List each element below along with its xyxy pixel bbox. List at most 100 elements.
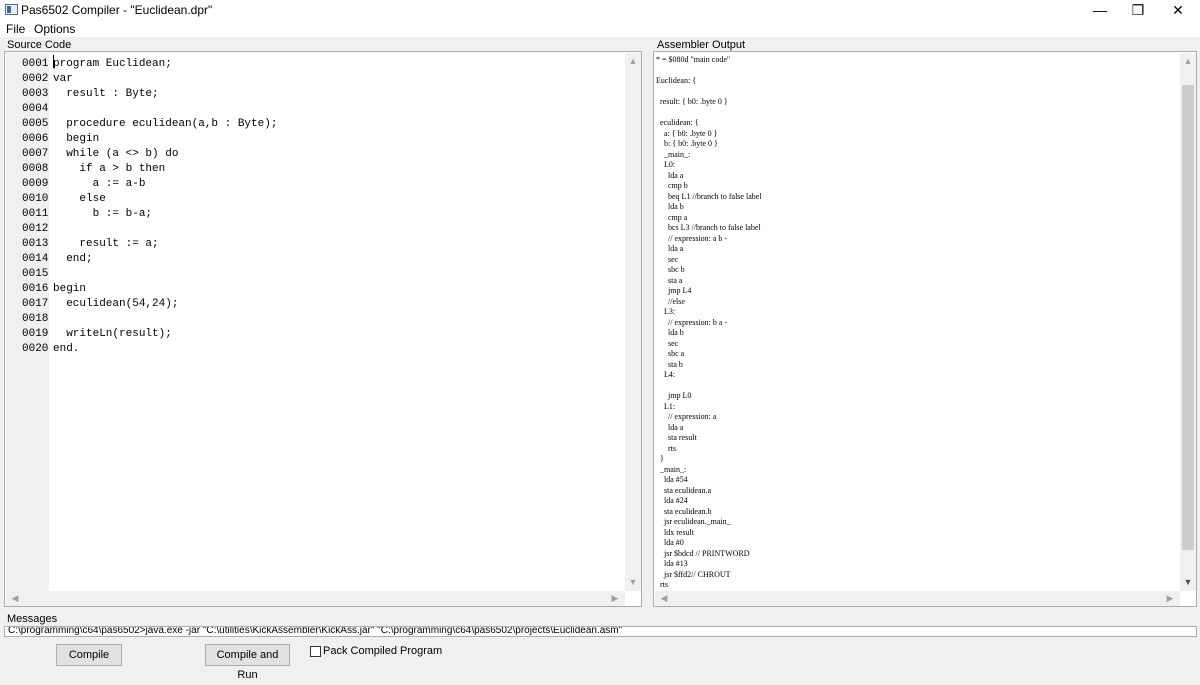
close-button[interactable]: ✕ [1158,0,1198,21]
assembler-line: jmp L4 [656,286,692,295]
assembler-horizontal-scrollbar[interactable]: ◀ ▶ [655,591,1180,606]
assembler-line: bcs L3 //branch to false label [656,223,761,232]
compile-and-run-button[interactable]: Compile and Run [205,644,290,681]
assembler-output-view[interactable]: * = $080d "main code" Euclidean: { result… [653,51,1197,607]
line-number: 0018 [22,313,49,325]
assembler-line: lda a [656,170,684,180]
assembler-line: jsr eculidean._main_ [656,517,731,526]
assembler-line: sbc b [656,265,685,274]
source-line: while (a <> b) do [53,148,179,160]
assembler-line: jsr $ffd2// CHROUT [656,569,731,579]
assembler-line: lda b [656,202,684,211]
messages-label: Messages [7,613,58,625]
assembler-line: jsr $bdcd // PRINTWORD [656,548,750,558]
assembler-line: rts [656,580,668,589]
source-line: if a > b then [53,163,166,175]
source-line: else [53,193,106,205]
assembler-line: L4: [656,370,676,379]
source-line: writeLn(result); [53,328,172,340]
source-code-label: Source Code [7,39,72,51]
scroll-left-arrow[interactable]: ◀ [657,593,671,604]
line-number: 0012 [22,223,49,235]
assembler-line: lda #0 [656,538,684,547]
source-line: end; [53,253,93,265]
source-editor[interactable]: 0001 program Euclidean; 0002 var 0003 result… [4,51,642,607]
assembler-line: L3: [656,307,676,316]
line-number: 0014 [22,253,49,265]
scroll-up-arrow[interactable]: ▲ [626,56,640,66]
source-lines: 0001 program Euclidean; 0002 var 0003 result… [5,54,605,574]
assembler-line: _main_: [656,464,687,474]
scroll-right-arrow[interactable]: ▶ [1163,593,1177,604]
messages-output[interactable]: C:\programming\c64\pas6502>java.exe -jar… [4,626,1197,637]
menu-bar [0,21,1200,37]
source-line: result := a; [53,238,159,250]
source-line: procedure eculidean(a,b : Byte); [53,118,278,130]
assembler-line: lda #24 [656,496,688,505]
assembler-line: L0: [656,160,676,169]
line-number: 0007 [22,148,49,160]
assembler-line: cmp b [656,181,688,190]
assembler-line: sta a [656,275,683,285]
assembler-line: a: { b0: .byte 0 } [656,128,718,138]
assembler-line: lda a [656,422,684,432]
line-number: 0001 [22,58,49,70]
assembler-line: Euclidean: { [656,76,697,85]
assembler-line: * = $080d "main code" [656,55,731,64]
assembler-line: sec [656,254,679,264]
source-line: b := b-a; [53,208,153,220]
assembler-line: beq L1 //branch to false label [656,191,762,201]
assembler-line: eculidean: { [656,118,699,127]
assembler-vertical-scrollbar[interactable]: ▲ ▼ [1180,53,1196,591]
source-line: begin [53,283,87,295]
line-number: 0003 [22,88,49,100]
assembler-line: sta b [656,359,683,369]
source-line: eculidean(54,24); [53,298,179,310]
pack-compiled-checkbox[interactable] [310,646,321,657]
assembler-line: sec [656,338,679,348]
menu-file[interactable]: File [6,22,25,36]
menu-options[interactable]: Options [34,22,75,36]
scroll-right-arrow[interactable]: ▶ [608,593,622,604]
assembler-line: // expression: a b - [656,233,728,243]
source-line: a := a-b [53,178,146,190]
assembler-line: lda b [656,328,684,337]
assembler-line: // expression: b a - [656,317,728,327]
line-number: 0006 [22,133,49,145]
line-number: 0010 [22,193,49,205]
line-number: 0008 [22,163,49,175]
scroll-left-arrow[interactable]: ◀ [8,593,22,604]
source-horizontal-scrollbar[interactable]: ◀ ▶ [6,591,625,606]
assembler-line: sta eculidean.b [656,506,712,516]
line-number: 0020 [22,343,49,355]
assembler-line: L1: [656,401,676,411]
source-line: var [53,73,73,85]
assembler-line: result: { b0: .byte 0 } [656,97,728,106]
minimize-button[interactable]: — [1080,0,1120,21]
scroll-down-arrow[interactable]: ▼ [1181,577,1195,587]
line-number: 0009 [22,178,49,190]
scrollbar-thumb[interactable] [1182,85,1194,550]
maximize-button[interactable]: ❐ [1118,0,1158,21]
assembler-line: b: { b0: .byte 0 } [656,139,718,148]
assembler-line: // expression: a [656,412,717,421]
line-number: 0004 [22,103,49,115]
assembler-lines: * = $080d "main code" Euclidean: { result… [656,55,1176,590]
compile-button[interactable]: Compile [56,644,122,666]
assembler-line: jmp L0 [656,391,692,400]
scroll-down-arrow[interactable]: ▼ [626,577,640,587]
assembler-line: sta result [656,433,697,442]
line-number: 0011 [22,208,49,220]
messages-text: C:\programming\c64\pas6502>java.exe -jar… [8,626,623,636]
source-vertical-scrollbar[interactable]: ▲ ▼ [625,53,641,591]
source-line: end. [53,343,80,355]
scroll-up-arrow[interactable]: ▲ [1181,56,1195,66]
line-number: 0019 [22,328,49,340]
assembler-line: _main_: [656,149,691,159]
line-number: 0016 [22,283,49,295]
text-caret [53,55,54,68]
assembler-line: rts [656,443,676,453]
app-icon [5,4,18,15]
window-title: Pas6502 Compiler - "Euclidean.dpr" [21,3,213,17]
assembler-line: lda #54 [656,475,688,484]
